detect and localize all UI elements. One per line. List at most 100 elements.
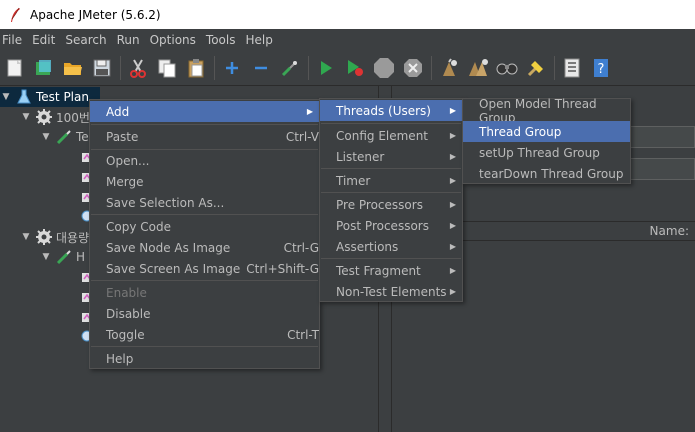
menu-file[interactable]: File bbox=[0, 29, 30, 51]
menu-item-merge[interactable]: Merge bbox=[90, 171, 319, 192]
collapse-arrow-icon[interactable]: ▼ bbox=[20, 232, 32, 242]
threads-submenu: Open Model Thread Group Thread Group set… bbox=[462, 97, 631, 184]
tree-node-test-plan[interactable]: ▼ Test Plan bbox=[0, 87, 100, 107]
menu-item-help[interactable]: Help bbox=[90, 348, 319, 369]
title-bar: Apache JMeter (5.6.2) bbox=[0, 0, 695, 29]
test-plan-icon bbox=[16, 89, 32, 105]
jmeter-feather-icon bbox=[8, 7, 22, 23]
toggle-icon[interactable] bbox=[277, 56, 302, 81]
svg-text:?: ? bbox=[597, 62, 604, 77]
tree-node-sampler[interactable]: ▼ H bbox=[40, 247, 85, 267]
cut-icon[interactable] bbox=[125, 56, 150, 81]
add-submenu: Threads (Users) ▶ Config Element ▶ Listene… bbox=[319, 98, 463, 302]
menu-item-setup-thread-group[interactable]: setUp Thread Group bbox=[463, 142, 630, 163]
tree-node-label: Te bbox=[76, 130, 89, 144]
menu-item-threads-users[interactable]: Threads (Users) ▶ bbox=[320, 100, 462, 121]
menu-item-toggle[interactable]: Toggle Ctrl-T bbox=[90, 324, 319, 345]
menu-item-pre-processors[interactable]: Pre Processors ▶ bbox=[320, 194, 462, 215]
menu-item-add[interactable]: Add ▶ bbox=[90, 101, 319, 122]
menu-search[interactable]: Search bbox=[63, 29, 114, 51]
stop-icon[interactable] bbox=[371, 56, 396, 81]
menu-item-listener[interactable]: Listener ▶ bbox=[320, 146, 462, 167]
save-icon[interactable] bbox=[89, 56, 114, 81]
submenu-arrow-icon: ▶ bbox=[449, 266, 456, 275]
open-icon[interactable] bbox=[60, 56, 85, 81]
thread-group-gear-icon bbox=[36, 109, 52, 125]
menu-item-save-selection-as[interactable]: Save Selection As... bbox=[90, 192, 319, 213]
menu-options[interactable]: Options bbox=[148, 29, 204, 51]
templates-icon[interactable] bbox=[31, 56, 56, 81]
tree-node-label: 대용량 bbox=[56, 230, 90, 245]
menu-item-open[interactable]: Open... bbox=[90, 150, 319, 171]
submenu-arrow-icon: ▶ bbox=[449, 152, 456, 161]
toolbar-separator bbox=[308, 56, 309, 80]
menu-separator bbox=[321, 168, 461, 169]
toolbar: ? bbox=[0, 51, 695, 86]
sampler-pen-icon bbox=[56, 249, 72, 265]
menu-item-disable[interactable]: Disable bbox=[90, 303, 319, 324]
menu-separator bbox=[91, 124, 318, 125]
thread-group-gear-icon bbox=[36, 229, 52, 245]
paste-icon[interactable] bbox=[183, 56, 208, 81]
expand-icon[interactable] bbox=[219, 56, 244, 81]
new-icon[interactable] bbox=[2, 56, 27, 81]
menu-item-post-processors[interactable]: Post Processors ▶ bbox=[320, 215, 462, 236]
menu-item-copy-code[interactable]: Copy Code bbox=[90, 216, 319, 237]
copy-icon[interactable] bbox=[154, 56, 179, 81]
tree-node-thread-group[interactable]: ▼ 대용량 bbox=[0, 227, 89, 247]
collapse-arrow-icon[interactable]: ▼ bbox=[40, 252, 52, 262]
reset-search-icon[interactable] bbox=[523, 56, 548, 81]
tree-node-sampler[interactable]: ▼ Te bbox=[40, 127, 89, 147]
menu-item-thread-group[interactable]: Thread Group bbox=[463, 121, 630, 142]
sampler-pen-icon bbox=[56, 129, 72, 145]
toolbar-separator bbox=[554, 56, 555, 80]
menu-edit[interactable]: Edit bbox=[30, 29, 63, 51]
menu-item-paste[interactable]: Paste Ctrl-V bbox=[90, 126, 319, 147]
menu-separator bbox=[321, 258, 461, 259]
menu-item-timer[interactable]: Timer ▶ bbox=[320, 170, 462, 191]
menu-help[interactable]: Help bbox=[243, 29, 280, 51]
submenu-arrow-icon: ▶ bbox=[449, 242, 456, 251]
clear-all-icon[interactable] bbox=[465, 56, 490, 81]
collapse-icon[interactable] bbox=[248, 56, 273, 81]
menu-item-assertions[interactable]: Assertions ▶ bbox=[320, 236, 462, 257]
name-column-header: Name: bbox=[649, 224, 689, 238]
menu-item-save-screen-as-image[interactable]: Save Screen As Image Ctrl+Shift-G bbox=[90, 258, 319, 279]
tree-node-thread-group[interactable]: ▼ 100번 bbox=[20, 107, 90, 127]
tree-node-label: Test Plan bbox=[36, 90, 89, 104]
tree-node-label: H bbox=[76, 250, 86, 264]
collapse-arrow-icon[interactable]: ▼ bbox=[0, 92, 12, 102]
function-helper-icon[interactable] bbox=[559, 56, 584, 81]
toolbar-separator bbox=[214, 56, 215, 80]
help-icon[interactable]: ? bbox=[588, 56, 613, 81]
toolbar-separator bbox=[431, 56, 432, 80]
start-no-pauses-icon[interactable] bbox=[342, 56, 367, 81]
shutdown-icon[interactable] bbox=[400, 56, 425, 81]
clear-icon[interactable] bbox=[436, 56, 461, 81]
menu-separator bbox=[91, 280, 318, 281]
menu-separator bbox=[91, 214, 318, 215]
search-icon[interactable] bbox=[494, 56, 519, 81]
collapse-arrow-icon[interactable]: ▼ bbox=[20, 112, 32, 122]
menu-run[interactable]: Run bbox=[115, 29, 148, 51]
start-icon[interactable] bbox=[313, 56, 338, 81]
submenu-arrow-icon: ▶ bbox=[449, 131, 456, 140]
collapse-arrow-icon[interactable]: ▼ bbox=[40, 132, 52, 142]
menu-item-config-element[interactable]: Config Element ▶ bbox=[320, 125, 462, 146]
submenu-arrow-icon: ▶ bbox=[449, 106, 456, 115]
menu-item-test-fragment[interactable]: Test Fragment ▶ bbox=[320, 260, 462, 281]
menu-item-non-test-elements[interactable]: Non-Test Elements ▶ bbox=[320, 281, 462, 302]
menu-item-teardown-thread-group[interactable]: tearDown Thread Group bbox=[463, 163, 630, 184]
menu-separator bbox=[91, 346, 318, 347]
menu-bar: File Edit Search Run Options Tools Help bbox=[0, 29, 695, 51]
toolbar-separator bbox=[120, 56, 121, 80]
menu-item-open-model-thread-group[interactable]: Open Model Thread Group bbox=[463, 97, 630, 125]
menu-item-save-node-as-image[interactable]: Save Node As Image Ctrl-G bbox=[90, 237, 319, 258]
submenu-arrow-icon: ▶ bbox=[449, 176, 456, 185]
menu-item-enable: Enable bbox=[106, 285, 147, 300]
submenu-arrow-icon: ▶ bbox=[449, 221, 456, 230]
context-menu: Add ▶ Paste Ctrl-V Open... Merge Save Sele… bbox=[89, 99, 320, 369]
menu-separator bbox=[321, 192, 461, 193]
menu-tools[interactable]: Tools bbox=[204, 29, 244, 51]
submenu-arrow-icon: ▶ bbox=[449, 287, 456, 296]
